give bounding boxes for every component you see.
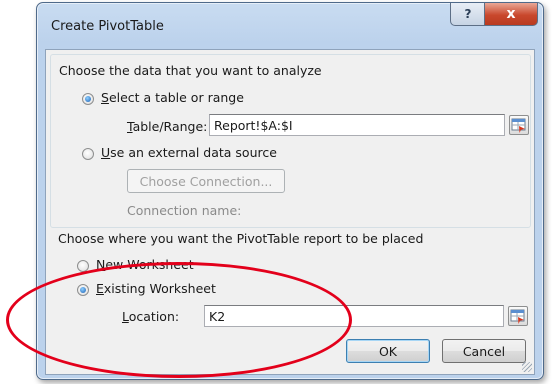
table-range-label: Table/Range: bbox=[127, 119, 208, 134]
source-heading: Choose the data that you want to analyze bbox=[59, 63, 322, 78]
external-source-label[interactable]: Use an external data source bbox=[101, 145, 277, 160]
cancel-button[interactable]: Cancel bbox=[442, 339, 526, 363]
close-icon: x bbox=[506, 6, 516, 22]
source-data-group: Choose the data that you want to analyze… bbox=[50, 54, 531, 228]
location-collapse-button[interactable] bbox=[508, 306, 528, 326]
table-range-collapse-button[interactable] bbox=[509, 115, 529, 135]
external-source-radio[interactable] bbox=[82, 148, 94, 160]
highlight-ellipse bbox=[6, 262, 352, 378]
close-button[interactable]: x bbox=[484, 3, 538, 26]
range-select-icon bbox=[511, 118, 526, 133]
help-button[interactable]: ? bbox=[450, 3, 486, 26]
range-select-icon bbox=[510, 309, 525, 324]
select-table-label[interactable]: Select a table or range bbox=[101, 90, 244, 105]
dialog-title: Create PivotTable bbox=[51, 19, 164, 34]
help-icon: ? bbox=[464, 7, 472, 21]
ok-button[interactable]: OK bbox=[346, 339, 430, 363]
resize-grip[interactable] bbox=[522, 362, 532, 372]
connection-name-label: Connection name: bbox=[127, 203, 242, 218]
placement-heading: Choose where you want the PivotTable rep… bbox=[58, 231, 424, 246]
table-range-input[interactable]: Report!$A:$I bbox=[209, 114, 505, 136]
select-table-radio[interactable] bbox=[82, 93, 94, 105]
choose-connection-button[interactable]: Choose Connection... bbox=[127, 169, 285, 193]
